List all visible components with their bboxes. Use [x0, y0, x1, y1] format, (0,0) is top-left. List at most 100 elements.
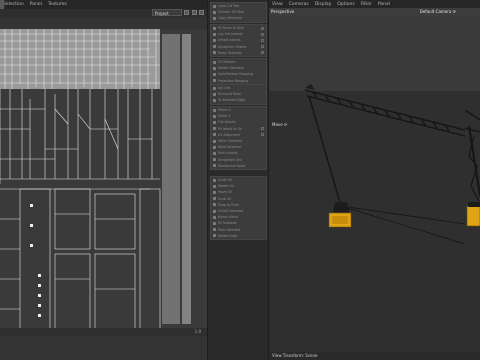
tool-icon	[213, 139, 216, 143]
uv-menu-selection[interactable]: Selection	[0, 0, 27, 9]
crane-model	[269, 16, 480, 354]
tool-label: Straighten UVs	[218, 157, 242, 162]
tool-label: UV Restore	[218, 60, 236, 65]
tool-label: Stitch Selected	[218, 139, 243, 144]
tool-group: Mirror U Mirror V Flip Islands Fit Islan…	[210, 106, 267, 170]
tool-options-icon[interactable]	[261, 133, 264, 137]
tool-label: Pack Selected	[218, 227, 241, 232]
uv-menu-textures[interactable]: Textures	[45, 0, 70, 9]
tool-label: To Selected Edge	[218, 98, 246, 103]
tool-label: Randomize Scale	[218, 163, 246, 168]
tool-icon	[213, 51, 216, 55]
tool-label: Fit Selected	[218, 221, 237, 226]
tool-group: Fit Faces to Grid Lay Out Islands Unfold…	[210, 24, 267, 57]
tool-row[interactable]: To Selected Edge	[211, 97, 266, 103]
tool-group: Loop Cut Tool Transfer UV Map Copy Selec…	[210, 2, 267, 23]
tool-options-icon[interactable]	[261, 51, 264, 55]
active-tool-text: Move	[272, 122, 283, 127]
perspective-viewport[interactable]: View Cameras Display Options Filter Pane…	[269, 0, 480, 360]
uv-footer-number: 1.0	[194, 329, 201, 334]
tool-icon	[213, 114, 216, 118]
tool-label: Auto Reduce Mapping	[218, 72, 253, 77]
tool-icon	[213, 151, 216, 155]
tool-icon	[213, 120, 216, 124]
tool-label: Relax Selection	[218, 50, 243, 55]
tool-row[interactable]: Projection Mapping	[211, 78, 266, 84]
tool-group: UV Restore Rotate Selection Auto Reduce …	[210, 58, 267, 85]
tool-label: Mirror V	[218, 114, 231, 119]
uv-menu-panel[interactable]: Panel	[27, 0, 45, 9]
tool-icon	[213, 221, 216, 225]
tool-label: Straighten Seams	[218, 44, 247, 49]
move-tool-icon: ⟳	[284, 122, 288, 127]
tool-icon	[213, 203, 216, 207]
tool-label: Copy Selection	[218, 16, 242, 21]
tool-icon	[213, 98, 216, 102]
tool-label: Pack Islands	[218, 151, 238, 156]
uv-texture-dropdown[interactable]: Project	[152, 9, 182, 16]
camera-view-label: Perspective	[271, 9, 295, 14]
tool-group: Scale UV Rotate UV Move UV Grab UV Snap …	[210, 176, 267, 240]
tool-row[interactable]: Copy Selection	[211, 15, 266, 21]
tool-icon	[213, 72, 216, 76]
viewport-header: Perspective Default Camera ⟳	[269, 8, 480, 16]
tool-options-icon[interactable]	[261, 32, 264, 36]
viewport-status-bar: View Transform: Scene	[269, 352, 480, 360]
default-camera-label: Default Camera	[419, 9, 452, 14]
tool-label: Mirror Island	[218, 215, 238, 220]
tool-icon	[213, 228, 216, 232]
tool-label: Set UVs	[218, 86, 231, 91]
tool-label: Rotate Selection	[218, 66, 245, 71]
tool-icon	[213, 215, 216, 219]
tool-options-icon[interactable]	[261, 45, 264, 49]
tool-options-icon[interactable]	[261, 26, 264, 30]
viewport-scene[interactable]	[269, 16, 480, 354]
uv-canvas[interactable]	[0, 29, 207, 334]
tool-options-icon[interactable]	[261, 127, 264, 131]
tool-label: Snap to Pixel	[218, 202, 239, 207]
uv-editor-pane: Selection Panel Textures Project 1.0	[0, 0, 207, 360]
tool-icon	[213, 190, 216, 194]
tool-label: Flip Islands	[218, 120, 236, 125]
tool-icon	[213, 158, 216, 162]
tool-label: Mirror U	[218, 108, 231, 113]
tool-icon	[213, 32, 216, 36]
tool-icon	[213, 66, 216, 70]
uv-tool-icon[interactable]	[184, 10, 189, 15]
uv-pane-grip-icon[interactable]	[0, 0, 4, 9]
tool-icon	[213, 10, 216, 14]
tool-options-icon[interactable]	[261, 38, 264, 42]
tool-icon	[213, 26, 216, 30]
tool-row[interactable]: Randomize Scale	[211, 163, 266, 169]
tool-label: Scale UV	[218, 178, 233, 183]
tool-label: Unfold Islands	[218, 38, 241, 43]
viewport-menubar: View Cameras Display Options Filter Pane…	[269, 0, 480, 8]
tool-label: Weld Selected	[218, 145, 241, 150]
camera-refresh-icon: ⟳	[452, 9, 456, 14]
tool-row[interactable]: Rotate Edge	[211, 233, 266, 239]
tool-icon	[213, 4, 216, 8]
tool-icon	[213, 92, 216, 96]
default-camera-selector[interactable]: Default Camera ⟳	[420, 9, 456, 14]
tool-icon	[213, 209, 216, 213]
tool-icon	[213, 86, 216, 90]
tool-icon	[213, 108, 216, 112]
tool-icon	[213, 178, 216, 182]
tool-icon	[213, 145, 216, 149]
tool-label: Loop Cut Tool	[218, 4, 240, 9]
uv-tool-icon[interactable]	[192, 10, 197, 15]
tool-label: Transfer UV Map	[218, 10, 245, 15]
tool-label: Move UV	[218, 190, 233, 195]
tool-icon	[213, 45, 216, 49]
uv-tool-icon[interactable]	[199, 10, 204, 15]
tool-icon	[213, 38, 216, 42]
tool-icon	[213, 234, 216, 238]
tool-label: Unfold Selected	[218, 209, 244, 214]
uv-tool-panel: Loop Cut Tool Transfer UV Map Copy Selec…	[207, 0, 269, 360]
uv-menubar: Selection Panel Textures	[0, 0, 207, 9]
tool-label: Rotate Edge	[218, 233, 238, 238]
tool-label: Lay Out Islands	[218, 32, 243, 37]
tool-label: Grab UV	[218, 196, 232, 201]
tool-row[interactable]: Relax Selection	[211, 50, 266, 56]
tool-icon	[213, 16, 216, 20]
